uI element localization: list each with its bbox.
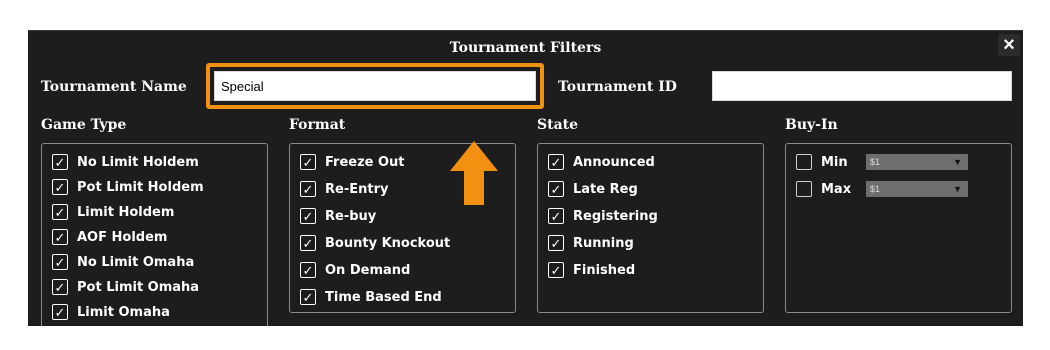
- min-buy-in-select[interactable]: $1 ▼: [866, 154, 968, 170]
- checkbox-checked-icon[interactable]: ✓: [300, 154, 316, 170]
- min-label: Min: [821, 154, 848, 170]
- item-label: Re-Entry: [325, 181, 389, 197]
- checkbox-checked-icon[interactable]: ✓: [52, 204, 68, 220]
- checkbox-checked-icon[interactable]: ✓: [52, 179, 68, 195]
- checkbox-checked-icon[interactable]: ✓: [300, 235, 316, 251]
- format-item[interactable]: ✓ Re-buy: [300, 206, 376, 226]
- buy-in-panel: Min $1 ▼ Max $1 ▼: [785, 143, 1012, 313]
- format-item[interactable]: ✓ On Demand: [300, 260, 410, 280]
- arrow-up-icon: [450, 141, 498, 205]
- tournament-id-input[interactable]: [712, 71, 1012, 101]
- format-item[interactable]: ✓ Freeze Out: [300, 152, 405, 172]
- max-buy-in-value: $1: [870, 184, 881, 194]
- tournament-name-label: Tournament Name: [41, 79, 187, 95]
- checkbox-checked-icon[interactable]: ✓: [548, 235, 564, 251]
- checkbox-checked-icon[interactable]: ✓: [52, 154, 68, 170]
- item-label: Finished: [573, 262, 636, 278]
- state-header: State: [537, 117, 579, 133]
- game-type-item[interactable]: ✓ Pot Limit Omaha: [52, 277, 199, 297]
- item-label: Freeze Out: [325, 154, 405, 170]
- tournament-filters-dialog: Tournament Filters × Tournament Name Tou…: [28, 30, 1023, 326]
- format-item[interactable]: ✓ Time Based End: [300, 287, 442, 307]
- buy-in-header: Buy-In: [785, 117, 838, 133]
- checkbox-checked-icon[interactable]: ✓: [300, 289, 316, 305]
- checkbox-checked-icon[interactable]: ✓: [548, 181, 564, 197]
- item-label: No Limit Omaha: [77, 254, 195, 270]
- game-type-item[interactable]: ✓ No Limit Omaha: [52, 252, 194, 272]
- checkbox-checked-icon[interactable]: ✓: [300, 181, 316, 197]
- close-icon[interactable]: ×: [998, 34, 1020, 56]
- item-label: Limit Holdem: [77, 204, 175, 220]
- max-label: Max: [821, 181, 852, 197]
- checkbox-checked-icon[interactable]: ✓: [52, 279, 68, 295]
- checkbox-checked-icon[interactable]: ✓: [300, 208, 316, 224]
- format-item[interactable]: ✓ Bounty Knockout: [300, 233, 450, 253]
- item-label: No Limit Holdem: [77, 154, 199, 170]
- item-label: Pot Limit Holdem: [77, 179, 204, 195]
- game-type-panel: ✓ No Limit Holdem ✓ Pot Limit Holdem ✓ Limi…: [41, 143, 268, 326]
- state-item[interactable]: ✓ Announced: [548, 152, 655, 172]
- format-header: Format: [289, 117, 346, 133]
- game-type-item[interactable]: ✓ No Limit Holdem: [52, 152, 199, 172]
- checkbox-checked-icon[interactable]: ✓: [300, 262, 316, 278]
- chevron-down-icon: ▼: [953, 184, 962, 194]
- item-label: Pot Limit Omaha: [77, 279, 200, 295]
- min-buy-in-value: $1: [870, 157, 881, 167]
- game-type-header: Game Type: [41, 117, 127, 133]
- item-label: On Demand: [325, 262, 411, 278]
- checkbox-checked-icon[interactable]: ✓: [52, 254, 68, 270]
- format-item[interactable]: ✓ Re-Entry: [300, 179, 388, 199]
- state-panel: ✓ Announced ✓ Late Reg ✓ Registering ✓ Runni…: [537, 143, 764, 313]
- state-item[interactable]: ✓ Late Reg: [548, 179, 638, 199]
- checkbox-checked-icon[interactable]: ✓: [52, 304, 68, 320]
- item-label: Late Reg: [573, 181, 638, 197]
- state-item[interactable]: ✓ Running: [548, 233, 634, 253]
- game-type-item[interactable]: ✓ Pot Limit Holdem: [52, 177, 204, 197]
- item-label: Limit Omaha: [77, 304, 170, 320]
- item-label: AOF Holdem: [77, 229, 168, 245]
- checkbox-checked-icon[interactable]: ✓: [548, 262, 564, 278]
- checkbox-unchecked-icon[interactable]: [796, 154, 812, 170]
- buy-in-min[interactable]: Min: [796, 152, 848, 172]
- item-label: Bounty Knockout: [325, 235, 451, 251]
- item-label: Re-buy: [325, 208, 377, 224]
- checkbox-checked-icon[interactable]: ✓: [548, 208, 564, 224]
- highlight-box: [206, 63, 544, 109]
- state-item[interactable]: ✓ Registering: [548, 206, 658, 226]
- item-label: Time Based End: [325, 289, 442, 305]
- item-label: Running: [573, 235, 634, 251]
- checkbox-checked-icon[interactable]: ✓: [52, 229, 68, 245]
- game-type-item[interactable]: ✓ AOF Holdem: [52, 227, 167, 247]
- checkbox-unchecked-icon[interactable]: [796, 181, 812, 197]
- chevron-down-icon: ▼: [953, 157, 962, 167]
- checkbox-checked-icon[interactable]: ✓: [548, 154, 564, 170]
- dialog-title: Tournament Filters: [449, 40, 602, 56]
- game-type-item[interactable]: ✓ Limit Omaha: [52, 302, 170, 322]
- game-type-item[interactable]: ✓ Limit Holdem: [52, 202, 174, 222]
- buy-in-max[interactable]: Max: [796, 179, 851, 199]
- max-buy-in-select[interactable]: $1 ▼: [866, 181, 968, 197]
- tournament-id-label: Tournament ID: [558, 79, 677, 95]
- state-item[interactable]: ✓ Finished: [548, 260, 635, 280]
- item-label: Registering: [573, 208, 658, 224]
- item-label: Announced: [573, 154, 655, 170]
